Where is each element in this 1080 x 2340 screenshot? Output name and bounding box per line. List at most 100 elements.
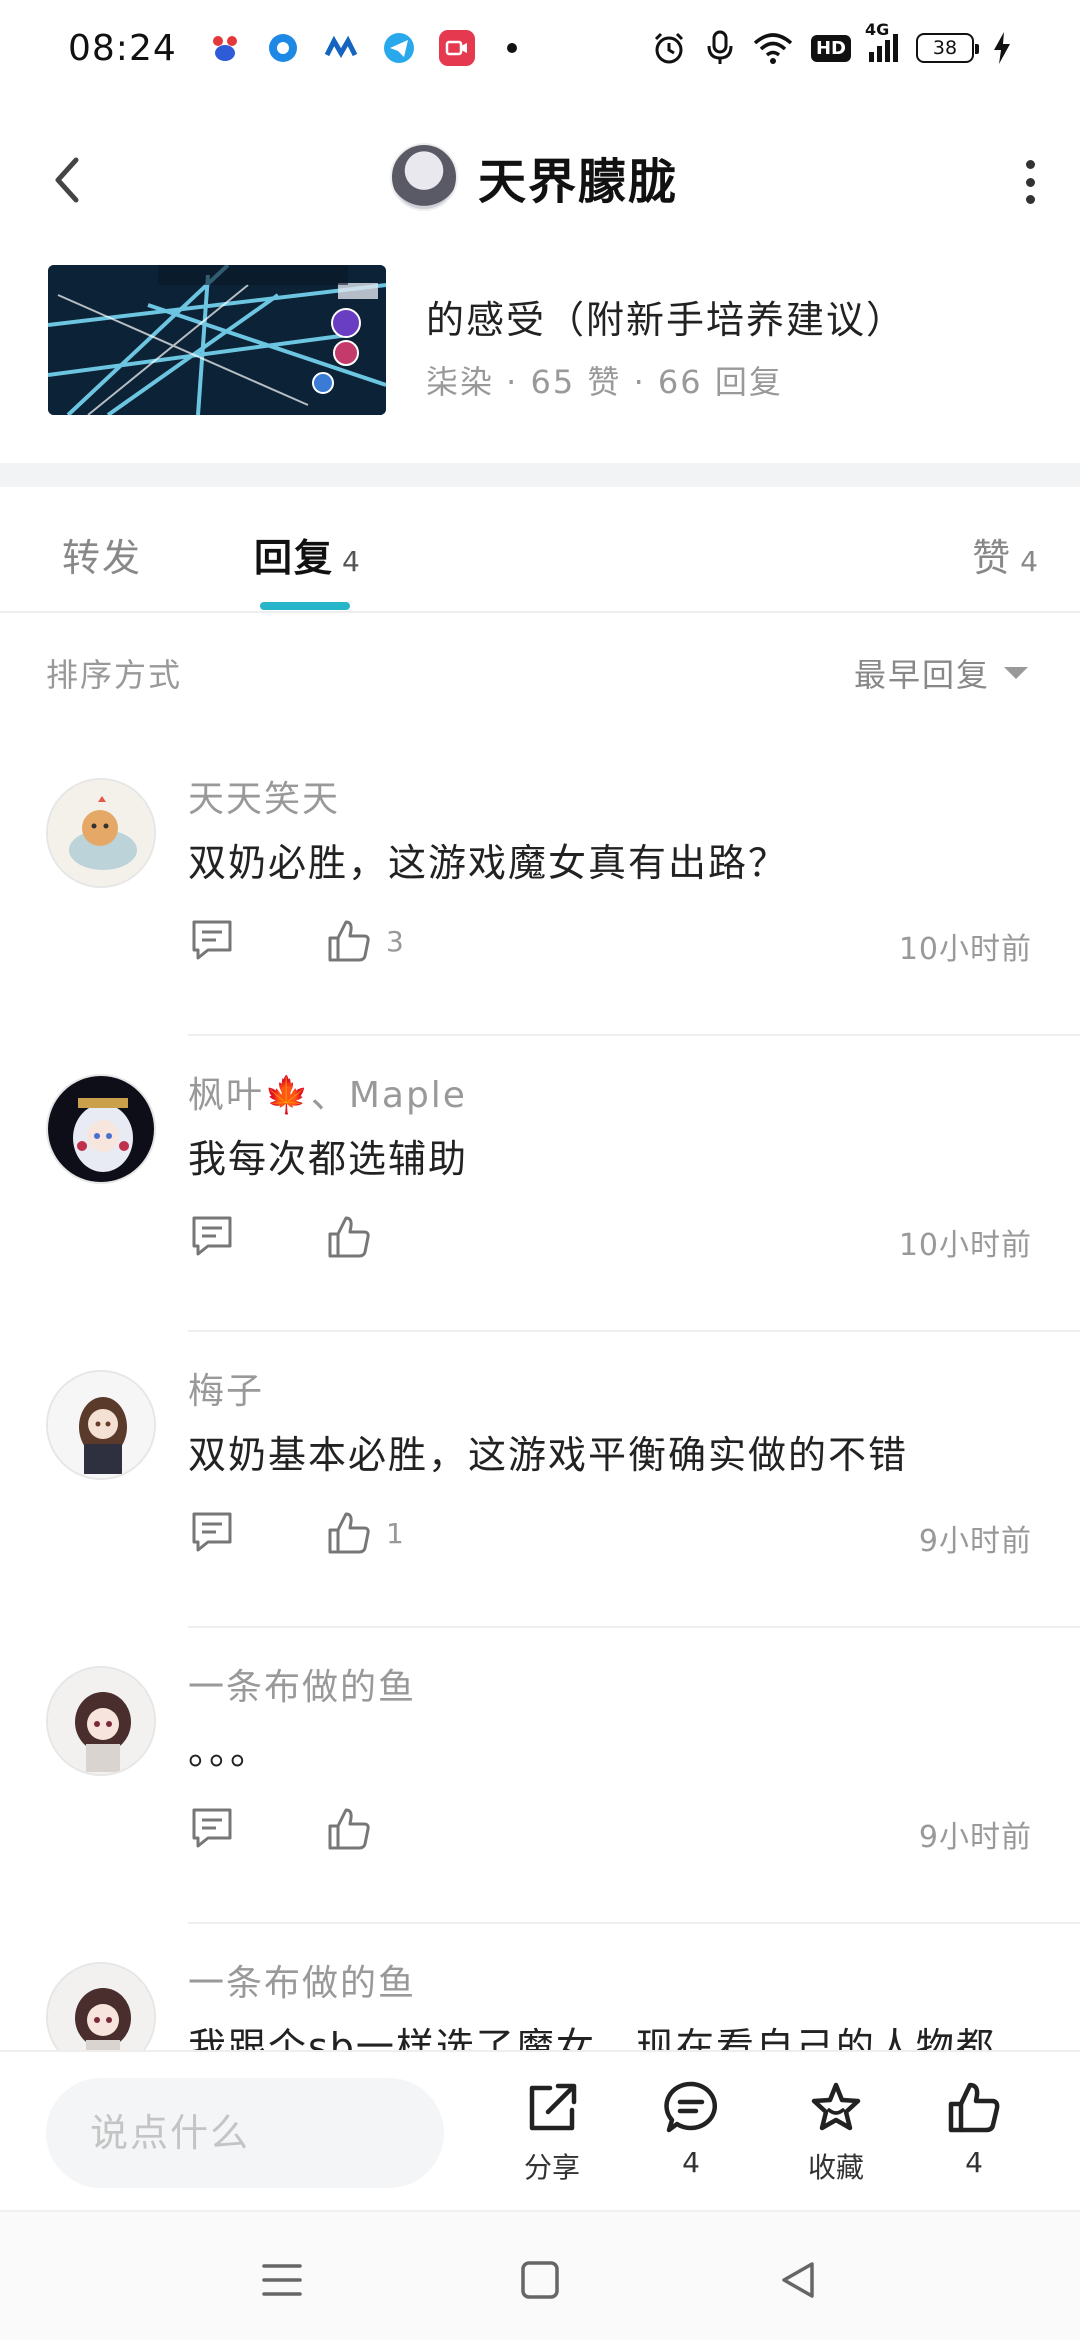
reply-timestamp: 9小时前: [918, 1524, 1032, 1559]
avatar[interactable]: [46, 1074, 156, 1184]
reply-timestamp: 10小时前: [898, 1228, 1032, 1263]
tab-replies-count: 4: [342, 545, 362, 578]
thumbs-up-icon: [328, 1216, 370, 1258]
reply-username[interactable]: 天天笑天: [188, 770, 340, 822]
reply-username[interactable]: 枫叶🍁、Maple: [188, 1066, 467, 1118]
reply-actions: 1 9小时前: [188, 1508, 1032, 1564]
comment-count: 4: [682, 2146, 700, 2179]
home-button[interactable]: [510, 2250, 570, 2310]
reply-comment-button[interactable]: [188, 1804, 238, 1854]
reply-actions: 3 10小时前: [188, 916, 1032, 972]
reply-item[interactable]: 一条布做的鱼 。。。 9小时前: [0, 1628, 1080, 1924]
reply-username[interactable]: 一条布做的鱼: [188, 1954, 416, 2006]
reply-comment-button[interactable]: [188, 1508, 238, 1558]
comment-icon: [192, 1512, 232, 1552]
status-time: 08:24: [68, 27, 177, 69]
tab-forward[interactable]: 转发: [62, 527, 142, 582]
avatar[interactable]: [46, 778, 156, 888]
reply-item[interactable]: 一条布做的鱼 我跟个sb一样选了魔女，现在看自己的人物都: [0, 1924, 1080, 2050]
section-divider: [0, 463, 1080, 487]
author-name[interactable]: 天界朦胧: [478, 142, 678, 212]
sort-selected-value: 最早回复: [853, 656, 990, 694]
sort-row: 排序方式 最早回复: [0, 640, 1080, 710]
reply-actions: 9小时前: [188, 1804, 1032, 1860]
alarm-icon: [654, 32, 684, 64]
reply-like-count: 1: [386, 1516, 404, 1550]
tab-likes[interactable]: 赞4: [972, 527, 1040, 582]
signal-indicator: 4G: [865, 20, 898, 62]
system-back-button[interactable]: [768, 2250, 828, 2310]
reply-username[interactable]: 梅子: [188, 1362, 264, 1414]
charging-bolt-icon: [994, 32, 1010, 64]
tab-replies[interactable]: 回复 4: [254, 527, 362, 582]
tab-likes-count: 4: [1020, 545, 1040, 578]
thumbs-up-icon: [328, 1512, 370, 1554]
share-label: 分享: [523, 2151, 580, 2184]
post-meta: 柒染 · 65 赞 · 66 回复: [426, 363, 783, 401]
like-button[interactable]: 4: [924, 2080, 1024, 2179]
sort-dropdown[interactable]: 最早回复: [854, 650, 1028, 696]
reply-item[interactable]: 梅子 双奶基本必胜，这游戏平衡确实做的不错 1 9小时前: [0, 1332, 1080, 1628]
avatar[interactable]: [46, 1962, 156, 2050]
reply-timestamp: 9小时前: [918, 1820, 1032, 1855]
reply-like-button[interactable]: 1: [326, 1508, 404, 1558]
author-info[interactable]: 天界朦胧: [390, 142, 678, 212]
reply-like-button[interactable]: [326, 1212, 386, 1262]
more-options-button[interactable]: [1018, 160, 1042, 204]
favorite-button[interactable]: 收藏: [786, 2080, 886, 2186]
reply-timestamp: 10小时前: [898, 932, 1032, 967]
microphone-icon: [707, 30, 733, 64]
reply-comment-button[interactable]: [188, 1212, 238, 1262]
like-count: 4: [965, 2146, 983, 2179]
reply-like-button[interactable]: [326, 1804, 386, 1854]
triangle-back-icon: [782, 2262, 814, 2298]
reply-comment-button[interactable]: [188, 916, 238, 966]
share-button[interactable]: 分享: [502, 2080, 602, 2186]
chevron-left-icon: [55, 157, 79, 203]
more-notifications-dot-icon: [506, 43, 517, 53]
tab-forward-label: 转发: [62, 536, 143, 580]
caret-down-icon: [1004, 667, 1028, 679]
hd-badge: HD: [810, 34, 851, 62]
chat-bubble-icon: [664, 2081, 717, 2133]
status-bar: 08:24 HD 4G 38: [0, 0, 1080, 96]
browser-app-icon: [265, 30, 301, 66]
thumbs-up-icon: [948, 2082, 1000, 2133]
active-tab-indicator: [260, 602, 350, 610]
sort-label: 排序方式: [46, 656, 183, 694]
share-icon: [529, 2083, 577, 2131]
reply-item[interactable]: 天天笑天 双奶必胜，这游戏魔女真有出路？ 3 10小时前: [0, 740, 1080, 1036]
reply-actions: 10小时前: [188, 1212, 1032, 1268]
reply-like-count: 3: [386, 924, 404, 958]
reply-username[interactable]: 一条布做的鱼: [188, 1658, 416, 1710]
post-thumbnail-image[interactable]: [48, 265, 386, 415]
baidu-app-icon: [206, 30, 243, 66]
tab-likes-label: 赞: [972, 536, 1013, 580]
video-app-icon: [438, 30, 475, 66]
reply-list: 天天笑天 双奶必胜，这游戏魔女真有出路？ 3 10小时前 枫叶🍁、Maple 我…: [0, 740, 1080, 2050]
avatar[interactable]: [46, 1370, 156, 1480]
bottom-action-bar: 说点什么 分享 4 收藏 4: [0, 2050, 1080, 2210]
comment-icon: [192, 920, 232, 960]
system-navigation-bar: [0, 2210, 1080, 2340]
back-button[interactable]: [40, 150, 100, 210]
comments-button[interactable]: 4: [641, 2080, 741, 2179]
thumbs-up-icon: [328, 1808, 370, 1850]
reply-item[interactable]: 枫叶🍁、Maple 我每次都选辅助 10小时前: [0, 1036, 1080, 1332]
reply-like-button[interactable]: 3: [326, 916, 404, 966]
reply-text: 。。。: [188, 1729, 271, 1773]
recent-apps-button[interactable]: [252, 2250, 312, 2310]
reply-text: 我跟个sb一样选了魔女，现在看自己的人物都: [188, 2025, 996, 2050]
post-preview-card[interactable]: 的感受（附新手培养建议） 柒染 · 65 赞 · 66 回复: [0, 255, 1080, 455]
comment-icon: [192, 1216, 232, 1256]
thumbs-up-icon: [328, 920, 370, 962]
comment-input[interactable]: 说点什么: [46, 2078, 444, 2188]
post-title[interactable]: 的感受（附新手培养建议）: [426, 289, 906, 344]
wifi-icon: [753, 33, 793, 64]
avatar[interactable]: [46, 1666, 156, 1776]
author-avatar[interactable]: [390, 143, 458, 211]
top-header: 天界朦胧: [0, 130, 1080, 230]
tab-bar: 转发 回复 4 赞4: [0, 487, 1080, 613]
menu-lines-icon: [262, 2264, 302, 2296]
comment-icon: [192, 1808, 232, 1848]
